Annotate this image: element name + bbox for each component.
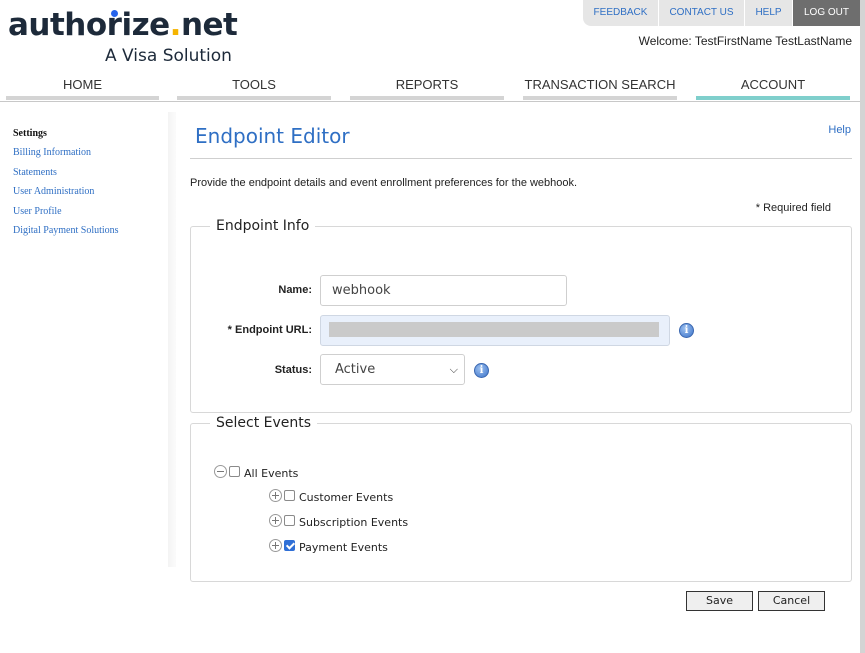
expand-icon[interactable] <box>269 513 282 527</box>
name-label: Name: <box>278 284 312 296</box>
tab-account[interactable]: ACCOUNT <box>696 72 850 100</box>
sidebar: Settings Billing Information Statements … <box>0 110 172 570</box>
all-events-checkbox[interactable] <box>229 465 240 477</box>
tree-item-subscription-events: Subscription Events <box>269 512 408 529</box>
cancel-button[interactable]: Cancel <box>758 591 825 611</box>
tree-item-customer-events: Customer Events <box>269 487 393 504</box>
logout-button[interactable]: LOG OUT <box>793 0 860 26</box>
subscription-events-label[interactable]: Subscription Events <box>299 516 408 529</box>
tab-tools[interactable]: TOOLS <box>177 72 331 100</box>
customer-events-checkbox[interactable] <box>284 489 295 501</box>
logo-subtitle: A Visa Solution <box>105 46 232 66</box>
help-top-link[interactable]: HELP <box>745 0 793 26</box>
collapse-icon[interactable] <box>214 464 227 478</box>
sidebar-item-statements[interactable]: Statements <box>13 167 57 178</box>
logo-text-main: authorize <box>8 7 170 43</box>
save-button[interactable]: Save <box>686 591 753 611</box>
tree-item-payment-events: Payment Events <box>269 537 388 554</box>
logo-blue-dot-icon <box>111 10 118 17</box>
sidebar-heading-settings: Settings <box>13 128 47 139</box>
logo-text-tld: net <box>180 7 238 43</box>
welcome-text: Welcome: TestFirstName TestLastName <box>638 34 852 48</box>
contact-us-link[interactable]: CONTACT US <box>659 0 745 26</box>
redacted-url-value <box>329 322 659 337</box>
all-events-label[interactable]: All Events <box>244 467 298 480</box>
payment-events-checkbox[interactable] <box>284 539 295 551</box>
chevron-down-icon: ⌵ <box>449 363 458 376</box>
sidebar-item-digital-payment-solutions[interactable]: Digital Payment Solutions <box>13 225 119 236</box>
subscription-events-checkbox[interactable] <box>284 514 295 526</box>
expand-icon[interactable] <box>269 488 282 502</box>
intro-text: Provide the endpoint details and event e… <box>190 177 578 189</box>
customer-events-label[interactable]: Customer Events <box>299 491 393 504</box>
sidebar-item-billing-information[interactable]: Billing Information <box>13 147 91 158</box>
status-selected-value: Active <box>335 362 376 377</box>
endpoint-url-info-icon[interactable]: i <box>679 323 694 338</box>
status-label: Status: <box>274 364 312 376</box>
tab-reports[interactable]: REPORTS <box>350 72 504 100</box>
required-field-note: * Required field <box>755 202 831 214</box>
tree-item-all-events: All Events <box>214 463 298 480</box>
endpoint-url-label: * Endpoint URL: <box>227 324 312 336</box>
status-info-icon[interactable]: i <box>474 363 489 378</box>
logo-wordmark: authorize.net <box>8 6 238 44</box>
select-events-legend: Select Events <box>216 415 312 431</box>
sidebar-divider <box>168 112 176 567</box>
tab-home[interactable]: HOME <box>6 72 159 100</box>
title-divider <box>190 158 852 159</box>
endpoint-info-legend: Endpoint Info <box>216 218 310 234</box>
name-input[interactable]: webhook <box>320 275 567 306</box>
authorize-net-logo[interactable]: authorize.net A Visa Solution <box>8 6 238 66</box>
help-link[interactable]: Help <box>828 124 851 136</box>
endpoint-url-input[interactable] <box>320 315 670 346</box>
sidebar-item-user-administration[interactable]: User Administration <box>13 186 94 197</box>
status-select[interactable]: Active ⌵ <box>320 354 465 385</box>
sidebar-item-user-profile[interactable]: User Profile <box>13 206 62 217</box>
payment-events-label[interactable]: Payment Events <box>299 541 388 554</box>
utility-nav: FEEDBACK CONTACT US HELP LOG OUT <box>583 0 860 26</box>
feedback-link[interactable]: FEEDBACK <box>583 0 659 26</box>
logo-text-dot: . <box>169 7 182 43</box>
main-nav: HOME TOOLS REPORTS TRANSACTION SEARCH AC… <box>0 72 860 102</box>
expand-icon[interactable] <box>269 538 282 552</box>
page-title: Endpoint Editor <box>195 124 350 148</box>
tab-transaction-search[interactable]: TRANSACTION SEARCH <box>523 72 677 100</box>
page-scrollbar[interactable] <box>860 0 865 653</box>
